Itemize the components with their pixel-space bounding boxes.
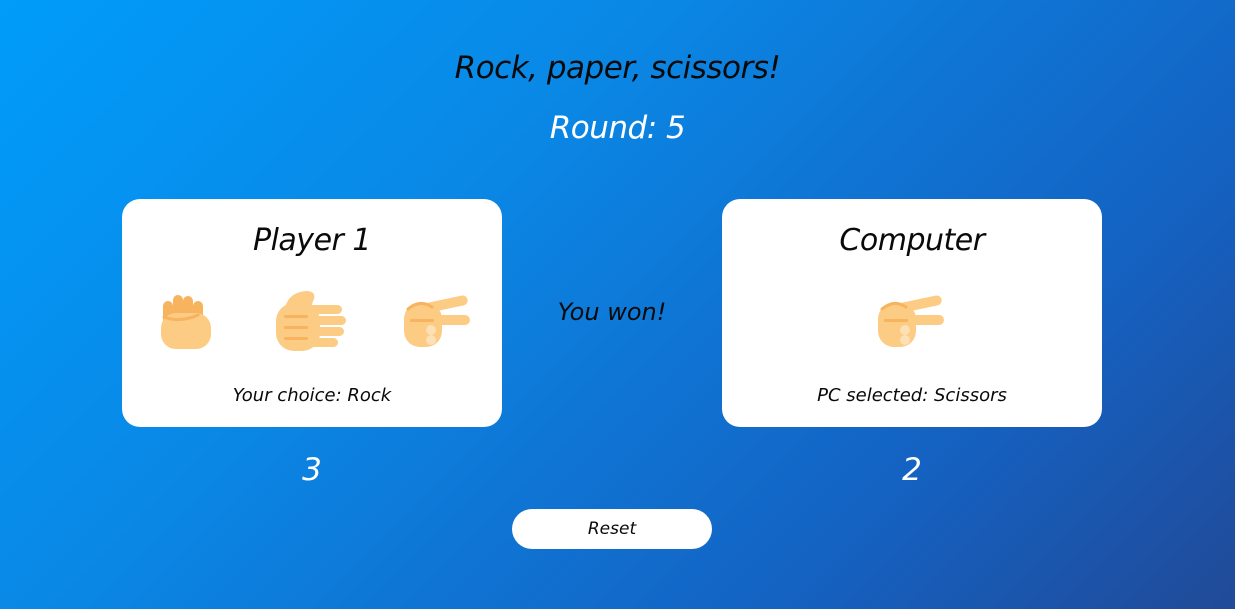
player-name: Player 1 bbox=[253, 223, 371, 258]
computer-card: Computer PC selected: Scissors bbox=[722, 199, 1102, 427]
player-score: 3 bbox=[302, 452, 322, 488]
fist-icon bbox=[161, 295, 211, 349]
page-title: Rock, paper, scissors! bbox=[454, 50, 781, 86]
round-result: You won! bbox=[557, 298, 667, 326]
computer-name: Computer bbox=[839, 223, 985, 258]
player-choice-text: Your choice: Rock bbox=[232, 385, 392, 406]
reset-button[interactable]: Reset bbox=[512, 509, 712, 549]
round-counter: Round: 5 bbox=[549, 110, 686, 146]
player-card: Player 1 Your choice: Rock bbox=[122, 199, 502, 427]
scissors-button[interactable] bbox=[402, 295, 472, 355]
computer-selection bbox=[876, 295, 946, 355]
computer-selected-text: PC selected: Scissors bbox=[817, 385, 1007, 406]
two-fingers-icon bbox=[404, 295, 470, 347]
paper-button[interactable] bbox=[274, 289, 348, 357]
rock-button[interactable] bbox=[158, 293, 214, 355]
two-fingers-icon bbox=[878, 295, 944, 347]
open-hand-icon bbox=[276, 291, 346, 351]
computer-score: 2 bbox=[902, 452, 922, 488]
